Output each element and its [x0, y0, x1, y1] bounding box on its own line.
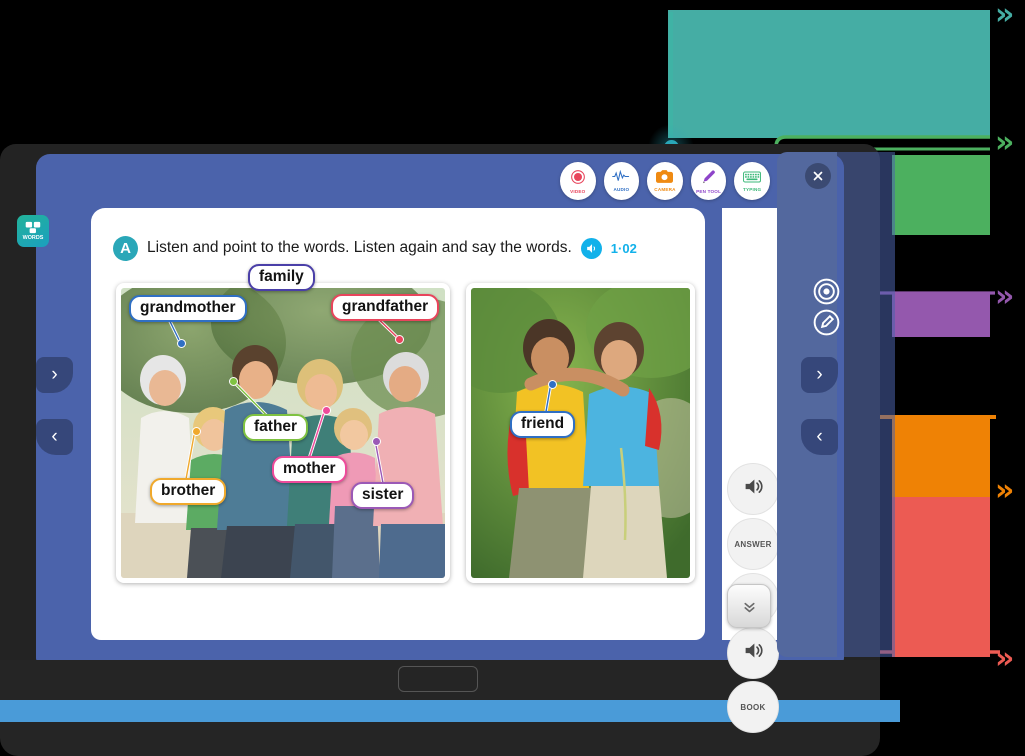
screenshot-root: »»»»» VIDEO AUDIO CAMERA PEN TOOL TYPING A: [0, 0, 1025, 756]
teal-callout-chevron-icon: »: [995, 0, 1015, 32]
close-icon[interactable]: [805, 163, 831, 189]
label-anchor-dot: [547, 379, 557, 389]
toolbar-button-label: PEN TOOL: [696, 188, 722, 194]
book-button-label: BOOK: [740, 702, 766, 712]
audio-track-label: 1·02: [610, 240, 637, 256]
word-label-grandfather[interactable]: grandfather: [331, 294, 440, 321]
instruction-row: A Listen and point to the words. Listen …: [113, 233, 693, 263]
speaker-icon: [743, 476, 764, 502]
toolbar-button-label: CAMERA: [654, 187, 676, 192]
chevron-left-icon: ‹: [51, 426, 58, 447]
word-label-brother[interactable]: brother: [150, 478, 227, 505]
label-anchor-dot: [228, 376, 238, 386]
instruction-text: Listen and point to the words. Listen ag…: [147, 239, 572, 256]
toolbar-camera-button[interactable]: CAMERA: [647, 162, 683, 200]
green-callout-chevron-icon: »: [995, 125, 1015, 160]
label-anchor-dot: [321, 405, 331, 415]
orange-callout: [892, 415, 990, 497]
toolbar-typing-button[interactable]: TYPING: [734, 162, 770, 200]
exercise-badge: A: [113, 235, 138, 261]
words-icon-label: WORDS: [22, 235, 44, 241]
top-toolbar: VIDEO AUDIO CAMERA PEN TOOL TYPING: [560, 162, 770, 204]
label-anchor-dot: [191, 426, 201, 436]
overlay-panel: [777, 152, 837, 657]
waveform-icon: [612, 169, 630, 186]
record-icon: [570, 169, 586, 188]
friends-photo-image: [471, 288, 690, 578]
camera-icon: [656, 170, 674, 186]
overlay-panel-secondary: [837, 152, 895, 657]
label-anchor-dot: [371, 436, 381, 446]
toolbar-button-label: TYPING: [743, 186, 762, 192]
word-label-mother[interactable]: mother: [272, 456, 347, 483]
edit-pencil-icon[interactable]: [813, 309, 840, 336]
pen-icon: [701, 169, 717, 188]
word-label-grandmother[interactable]: grandmother: [129, 295, 247, 322]
answer-button-label: ANSWER: [734, 539, 772, 549]
toolbar-button-label: VIDEO: [570, 188, 586, 194]
target-icon[interactable]: [813, 278, 840, 305]
words-icon[interactable]: WORDS: [17, 215, 49, 247]
friends-photo[interactable]: [466, 283, 695, 583]
chevron-right-icon: ›: [51, 364, 58, 385]
word-label-father[interactable]: father: [243, 414, 309, 441]
rail-buttons: ANSWER BOOK: [722, 208, 782, 733]
nav-prev-right[interactable]: ‹: [801, 419, 838, 455]
toolbar-pen-tool-button[interactable]: PEN TOOL: [690, 162, 727, 200]
toolbar-video-button[interactable]: VIDEO: [560, 162, 596, 200]
word-label-family[interactable]: family: [248, 264, 315, 291]
speaker-icon: [743, 640, 764, 666]
scroll-down-button[interactable]: [727, 584, 771, 628]
word-label-sister[interactable]: sister: [351, 482, 415, 509]
word-label-friend[interactable]: friend: [510, 411, 576, 438]
teal-callout: [668, 10, 990, 138]
chevron-right-icon: ›: [816, 364, 823, 385]
audio-button[interactable]: [727, 463, 779, 515]
toolbar-button-label: AUDIO: [613, 187, 630, 192]
label-anchor-dot: [394, 334, 404, 344]
label-anchor-dot: [176, 338, 186, 348]
speaker-icon[interactable]: [580, 237, 602, 259]
book-button[interactable]: BOOK: [727, 681, 779, 733]
sound-button[interactable]: [727, 627, 779, 679]
answer-button[interactable]: ANSWER: [727, 518, 779, 570]
keyboard-icon: [743, 171, 762, 186]
chevron-left-icon: ‹: [816, 426, 823, 447]
nav-prev-left[interactable]: ‹: [36, 419, 73, 455]
laptop-trackpad: [398, 666, 478, 692]
toolbar-audio-button[interactable]: AUDIO: [603, 162, 640, 200]
purple-callout-chevron-icon: »: [995, 279, 1015, 314]
connector-green-vertical: [669, 12, 673, 138]
